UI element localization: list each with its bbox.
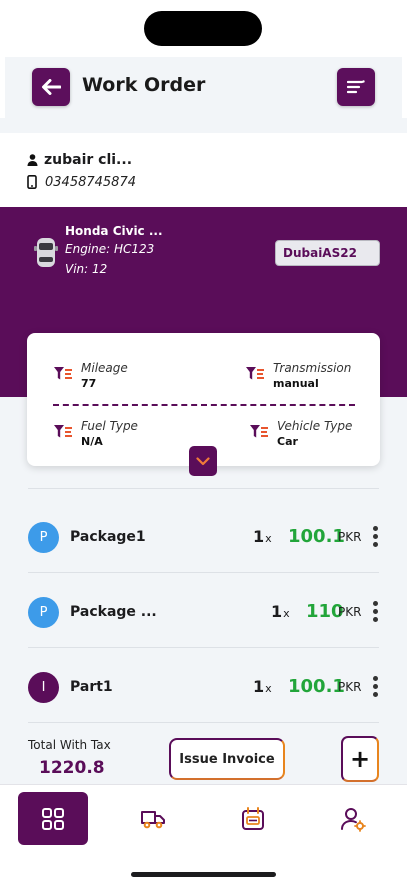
- item-currency: PKR: [338, 530, 362, 544]
- nav-invoices[interactable]: [218, 792, 288, 845]
- transmission-label: Transmission: [273, 361, 352, 375]
- vehicle-name: Honda Civic ...: [65, 224, 163, 238]
- vehicle-details-card: Mileage 77 Transmission manual Fuel Type…: [27, 333, 380, 476]
- quantity-suffix: x: [265, 532, 272, 545]
- client-name: zubair cli...: [44, 152, 133, 168]
- filter-icon: [250, 425, 268, 438]
- detail-transmission: Transmission manual: [245, 361, 351, 390]
- item-price: 100.1: [288, 676, 345, 697]
- license-plate: DubaiAS22: [275, 240, 380, 266]
- back-button[interactable]: [32, 68, 70, 106]
- divider: [28, 722, 379, 723]
- filter-icon: [54, 425, 72, 438]
- chevron-down-icon: [196, 456, 210, 465]
- item-initial-badge: P: [28, 522, 59, 553]
- menu-button[interactable]: [337, 68, 375, 106]
- more-options-icon[interactable]: [372, 676, 378, 700]
- item-currency: PKR: [338, 680, 362, 694]
- divider: [28, 488, 379, 489]
- item-name: Package1: [70, 529, 146, 545]
- item-quantity: 1x: [253, 677, 272, 696]
- detail-vehicle-type: Vehicle Type Car: [249, 419, 352, 448]
- phone-icon: [27, 175, 37, 189]
- quantity-value: 1: [253, 527, 265, 546]
- item-name: Package ...: [70, 604, 157, 620]
- client-info: zubair cli... 03458745874: [27, 149, 136, 193]
- more-options-icon[interactable]: [372, 526, 378, 550]
- car-icon: [33, 235, 59, 273]
- filter-icon: [54, 367, 72, 380]
- item-name: Part1: [70, 679, 113, 695]
- quantity-value: 1: [271, 602, 283, 621]
- more-options-icon[interactable]: [372, 601, 378, 625]
- list-item[interactable]: P Package ... 1x 110 PKR: [28, 597, 383, 629]
- nav-dashboard[interactable]: [18, 792, 88, 845]
- page-title: Work Order: [82, 74, 206, 96]
- item-quantity: 1x: [253, 527, 272, 546]
- dashed-divider: [53, 404, 355, 406]
- item-price: 100.1: [288, 526, 345, 547]
- add-item-button[interactable]: +: [341, 736, 379, 782]
- truck-icon: [141, 810, 165, 828]
- total-value: 1220.8: [39, 758, 105, 778]
- menu-lines-icon: [347, 80, 365, 94]
- vehicle-vin: Vin: 12: [65, 262, 108, 276]
- vehicle-engine: Engine: HC123: [65, 242, 155, 256]
- nav-profile[interactable]: [318, 792, 388, 845]
- total-label: Total With Tax: [28, 738, 111, 752]
- list-item[interactable]: I Part1 1x 100.1 PKR: [28, 672, 383, 704]
- dashboard-grid-icon: [42, 807, 64, 830]
- bottom-nav: [0, 784, 407, 883]
- vehicle-info: Honda Civic ... Engine: HC123 Vin: 12: [65, 224, 163, 282]
- item-initial-badge: I: [28, 672, 59, 703]
- divider: [28, 572, 379, 573]
- app-header: Work Order: [5, 57, 402, 118]
- vehicle-type-label: Vehicle Type: [277, 419, 353, 433]
- detail-fuel-type: Fuel Type N/A: [53, 419, 138, 448]
- fuel-type-label: Fuel Type: [81, 419, 138, 433]
- user-settings-icon: [341, 807, 366, 832]
- quantity-suffix: x: [265, 682, 272, 695]
- home-indicator: [131, 872, 276, 877]
- filter-icon: [246, 367, 264, 380]
- transmission-value: manual: [273, 377, 319, 390]
- issue-invoice-button[interactable]: Issue Invoice: [169, 738, 285, 780]
- header-spacer: [0, 118, 407, 133]
- dynamic-island: [144, 11, 262, 46]
- divider: [28, 647, 379, 648]
- item-currency: PKR: [338, 605, 362, 619]
- item-quantity: 1x: [271, 602, 290, 621]
- mileage-value: 77: [81, 377, 97, 390]
- list-item[interactable]: P Package1 1x 100.1 PKR: [28, 522, 383, 554]
- quantity-value: 1: [253, 677, 265, 696]
- arrow-left-icon: [42, 79, 61, 95]
- fuel-type-value: N/A: [81, 435, 103, 448]
- detail-mileage: Mileage 77: [53, 361, 128, 390]
- item-initial-badge: P: [28, 597, 59, 628]
- client-phone: 03458745874: [45, 174, 136, 190]
- quantity-suffix: x: [283, 607, 290, 620]
- nav-vehicles[interactable]: [118, 792, 188, 845]
- mileage-label: Mileage: [81, 361, 128, 375]
- person-icon: [27, 154, 38, 166]
- vehicle-type-value: Car: [277, 435, 298, 448]
- expand-details-button[interactable]: [189, 446, 217, 476]
- invoice-icon: [242, 806, 264, 830]
